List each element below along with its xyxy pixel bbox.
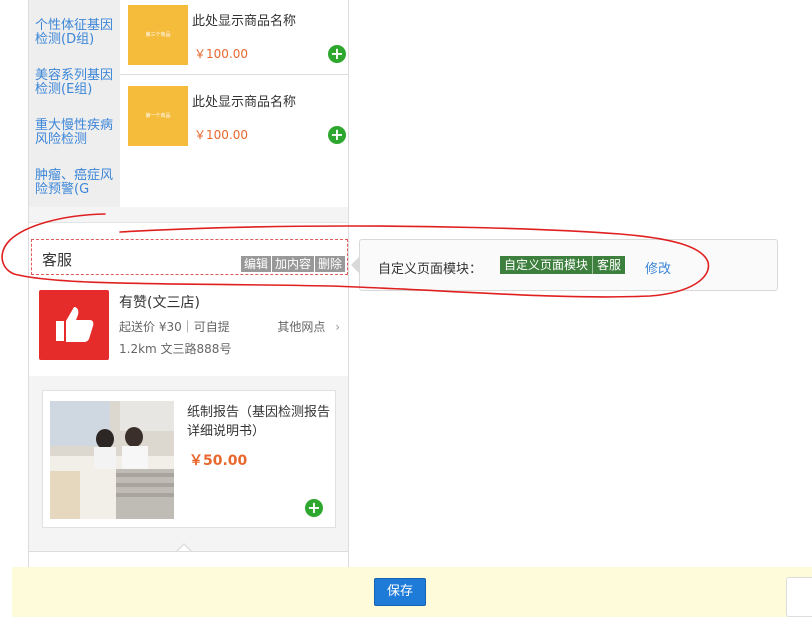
report-name: 纸制报告（基因检测报告详细说明书） — [187, 405, 331, 439]
product-list: 第三个商品 此处显示商品名称 ￥100.00 + 第一个商品 此处显示商品名称 … — [120, 0, 348, 207]
save-button[interactable]: 保存 — [374, 578, 426, 606]
product-item[interactable]: 第三个商品 此处显示商品名称 ￥100.00 + — [128, 5, 346, 78]
product-price: ￥100.00 — [194, 128, 248, 142]
add-content-button[interactable]: 加内容 — [271, 256, 314, 272]
plus-circle-icon[interactable]: + — [305, 499, 323, 517]
kefu-module[interactable]: 客服 编辑 加内容 删除 — [29, 222, 348, 277]
phone-preview: 个性体征基因检测(D组) 美容系列基因检测(E组) 重大慢性疾病风险检测 肿瘤、… — [28, 0, 349, 568]
store-name: 有赞(文三店) — [119, 295, 200, 311]
module-selection-outline: 客服 编辑 加内容 删除 — [31, 239, 348, 275]
footer-side-control — [786, 577, 812, 617]
other-stores-link[interactable]: 其他网点 › — [277, 318, 340, 335]
category-item-e[interactable]: 美容系列基因检测(E组) — [35, 69, 115, 97]
product-item[interactable]: 第一个商品 此处显示商品名称 ￥100.00 + — [128, 86, 346, 159]
category-item-tumor[interactable]: 肿瘤、癌症风险预警(G — [35, 169, 115, 197]
tag-custom-module: 自定义页面模块 — [504, 258, 589, 272]
panel-label: 自定义页面模块： — [378, 262, 483, 277]
plus-circle-icon[interactable]: + — [328, 126, 346, 144]
kefu-title: 客服 — [42, 251, 73, 269]
product-thumbnail: 第三个商品 — [128, 5, 188, 65]
module-actions: 编辑 加内容 删除 — [240, 256, 345, 272]
module-edit-panel: 自定义页面模块： 自定义页面模块 客服 修改 — [359, 239, 778, 291]
store-info: 起送价 ¥30｜可自提 — [119, 320, 230, 334]
other-stores-label: 其他网点 — [277, 320, 326, 334]
product-price: ￥100.00 — [194, 47, 248, 61]
phone-bottom-bar — [29, 551, 348, 568]
category-item-chronic[interactable]: 重大慢性疾病风险检测 — [35, 119, 115, 147]
thumbs-up-icon — [39, 290, 109, 360]
category-item-d[interactable]: 个性体征基因检测(D组) — [35, 19, 115, 47]
edit-button[interactable]: 编辑 — [240, 256, 271, 272]
report-product-card[interactable]: 纸制报告（基因检测报告详细说明书） ￥50.00 + — [42, 390, 336, 528]
tag-kefu: 客服 — [592, 256, 625, 274]
footer-bar: 保存 — [12, 567, 812, 617]
modify-link[interactable]: 修改 — [645, 258, 671, 277]
chevron-right-icon: › — [335, 320, 340, 334]
category-sidebar: 个性体征基因检测(D组) 美容系列基因检测(E组) 重大慢性疾病风险检测 肿瘤、… — [29, 0, 120, 207]
panel-arrow — [351, 257, 359, 273]
product-thumbnail: 第一个商品 — [128, 86, 188, 146]
delete-button[interactable]: 删除 — [314, 256, 345, 272]
product-name: 此处显示商品名称 — [192, 14, 297, 29]
module-tags: 自定义页面模块 客服 — [500, 256, 626, 274]
product-name: 此处显示商品名称 — [192, 95, 297, 110]
store-card[interactable]: 有赞(文三店) 起送价 ¥30｜可自提 1.2km 文三路888号 其他网点 › — [29, 276, 348, 376]
divider — [120, 74, 348, 75]
report-price: ￥50.00 — [189, 453, 248, 469]
store-address: 1.2km 文三路888号 — [119, 342, 232, 356]
plus-circle-icon[interactable]: + — [328, 45, 346, 63]
report-photo — [50, 401, 174, 519]
